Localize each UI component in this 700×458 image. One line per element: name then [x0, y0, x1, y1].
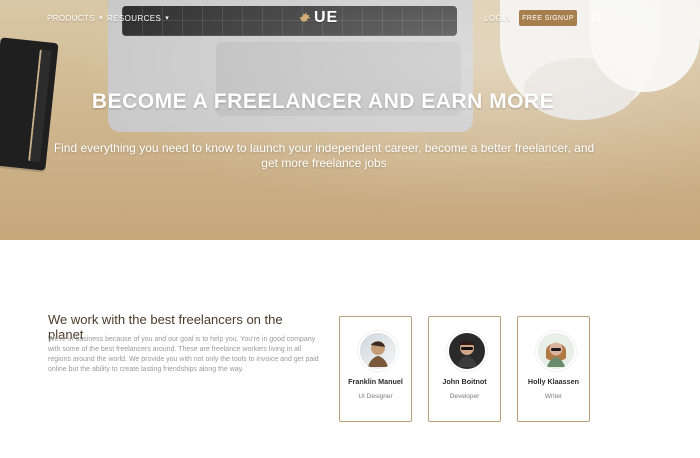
avatar-image — [449, 333, 485, 369]
nav-resources-label: RESOURCES — [107, 14, 162, 23]
top-nav: PRODUCTS ▾ RESOURCES ▾ UE LOGIN FREE SIG… — [0, 0, 700, 36]
freelancer-role: Developer — [449, 393, 480, 400]
chevron-down-icon: ▾ — [99, 15, 104, 22]
freelancer-name: John Boitnot — [442, 377, 487, 386]
login-label: LOGIN — [484, 14, 511, 23]
section-description: We’re in business because of you and our… — [48, 336, 319, 373]
freelancer-role: Writer — [544, 393, 563, 400]
chevron-down-icon: ▾ — [165, 15, 170, 22]
hero-title: BECOME A FREELANCER AND EARN MORE — [91, 90, 555, 113]
freelancer-card[interactable]: Holly Klaassen Writer — [517, 316, 590, 422]
avatar-image — [360, 333, 396, 369]
avatar — [358, 331, 398, 371]
freelancer-role: UI Designer — [358, 393, 393, 400]
gear-icon — [299, 12, 311, 23]
freelancer-card[interactable]: John Boitnot Developer — [428, 316, 501, 422]
nav-resources[interactable]: RESOURCES ▾ — [107, 14, 169, 23]
login-link[interactable]: LOGIN — [484, 14, 511, 23]
brand-logo[interactable]: UE — [298, 8, 338, 28]
search-icon[interactable] — [591, 12, 603, 24]
hero: PRODUCTS ▾ RESOURCES ▾ UE LOGIN FREE SIG… — [0, 0, 700, 240]
free-signup-button[interactable]: FREE SIGNUP — [519, 10, 577, 26]
freelancer-name: Franklin Manuel — [348, 377, 403, 386]
nav-products[interactable]: PRODUCTS ▾ — [47, 14, 103, 23]
avatar — [536, 331, 576, 371]
avatar — [447, 331, 487, 371]
logo-text: UE — [314, 9, 339, 26]
freelancer-name: Holly Klaassen — [527, 377, 580, 386]
hero-subtitle: Find everything you need to know to laun… — [53, 141, 595, 170]
nav-products-label: PRODUCTS — [47, 14, 96, 23]
free-signup-label: FREE SIGNUP — [522, 14, 574, 22]
freelancer-card[interactable]: Franklin Manuel UI Designer — [339, 316, 412, 422]
avatar-image — [538, 333, 574, 369]
